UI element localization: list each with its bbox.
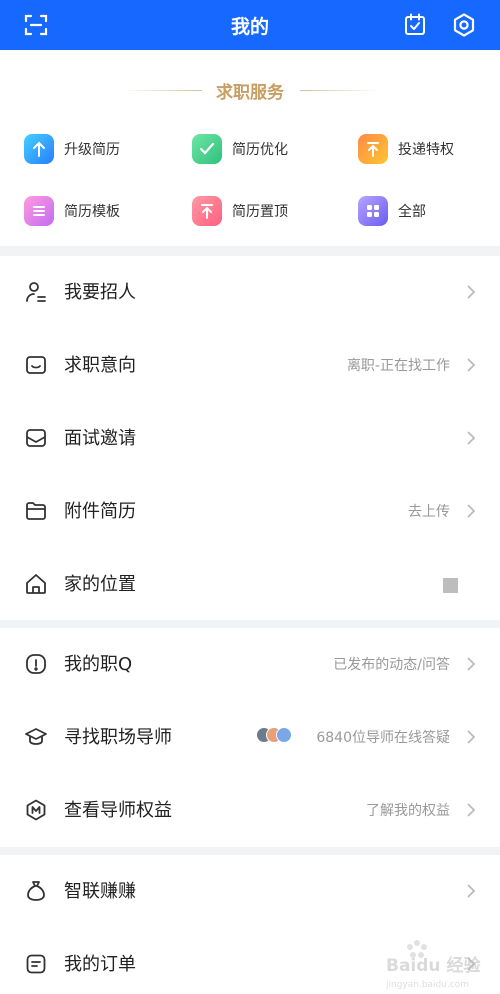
service-resume-template[interactable]: 简历模板 <box>24 194 120 228</box>
menu-sub-value: 已发布的动态/问答 <box>333 657 450 673</box>
service-all[interactable]: 全部 <box>358 194 426 228</box>
section-title: 求职服务 <box>216 83 284 103</box>
menu-label: 我的订单 <box>64 954 136 975</box>
chevron-right-icon <box>466 502 476 520</box>
service-resume-optimize[interactable]: 简历优化 <box>192 132 288 166</box>
menu-label: 附件简历 <box>64 501 136 522</box>
info-circle-icon <box>24 652 48 676</box>
menu-item-find-mentor[interactable]: 寻找职场导师 6840位导师在线答疑 <box>0 701 500 773</box>
avatar <box>276 727 292 743</box>
service-delivery-privilege[interactable]: 投递特权 <box>358 132 454 166</box>
job-services-card: 求职服务 升级简历 简历优化 投递特权 简历模板 简历置顶 全部 <box>0 50 500 246</box>
graduation-cap-icon <box>24 725 48 749</box>
menu-group-1: 我要招人 求职意向 离职-正在找工作 面试邀请 附件简历 去上传 家的位置 <box>0 256 500 620</box>
menu-item-job-intention[interactable]: 求职意向 离职-正在找工作 <box>0 329 500 401</box>
menu-item-zhilian-earn[interactable]: 智联赚赚 <box>0 855 500 927</box>
chevron-right-icon <box>466 283 476 301</box>
placeholder-square <box>443 578 458 593</box>
menu-sub-value: 了解我的权益 <box>366 803 450 819</box>
resume-top-icon <box>192 196 222 226</box>
folder-icon <box>24 499 48 523</box>
chevron-right-icon <box>466 801 476 819</box>
service-upgrade-resume[interactable]: 升级简历 <box>24 132 120 166</box>
menu-label: 我的职Q <box>64 654 133 675</box>
service-label: 升级简历 <box>64 142 120 158</box>
section-divider-right <box>300 90 380 91</box>
service-label: 全部 <box>398 204 426 220</box>
recruit-person-icon <box>24 280 48 304</box>
profile-page: 我的 求职服务 升级简历 简历优化 投递特权 简历模板 简历置顶 全部 我要招人… <box>0 0 500 994</box>
menu-label: 寻找职场导师 <box>64 727 172 748</box>
baidu-jingyan-watermark: Baidu 经验 jingyan.baidu.com <box>380 935 498 991</box>
menu-sub-value: 去上传 <box>408 504 450 520</box>
menu-item-interview-invite[interactable]: 面试邀请 <box>0 402 500 474</box>
watermark-text: Baidu 经验 <box>386 955 481 976</box>
home-icon <box>24 572 48 596</box>
menu-label: 查看导师权益 <box>64 800 172 821</box>
service-label: 简历置顶 <box>232 204 288 220</box>
money-bag-icon <box>24 879 48 903</box>
top-bar: 我的 <box>0 0 500 50</box>
service-label: 投递特权 <box>398 142 454 158</box>
watermark-url: jingyan.baidu.com <box>385 980 469 990</box>
resume-optimize-icon <box>192 134 222 164</box>
menu-label: 智联赚赚 <box>64 881 136 902</box>
resume-template-icon <box>24 196 54 226</box>
upgrade-resume-icon <box>24 134 54 164</box>
all-services-icon <box>358 196 388 226</box>
menu-item-my-zhiq[interactable]: 我的职Q 已发布的动态/问答 <box>0 628 500 700</box>
menu-item-mentor-benefits[interactable]: 查看导师权益 了解我的权益 <box>0 774 500 846</box>
menu-label: 面试邀请 <box>64 428 136 449</box>
menu-item-recruit[interactable]: 我要招人 <box>0 256 500 328</box>
mentor-avatars <box>256 727 294 747</box>
menu-sub-value: 离职-正在找工作 <box>346 358 450 374</box>
m-badge-icon <box>24 798 48 822</box>
service-label: 简历优化 <box>232 142 288 158</box>
menu-item-home-location[interactable]: 家的位置 <box>0 548 500 620</box>
service-label: 简历模板 <box>64 204 120 220</box>
service-resume-top[interactable]: 简历置顶 <box>192 194 288 228</box>
menu-group-2: 我的职Q 已发布的动态/问答 寻找职场导师 6840位导师在线答疑 查看导师权益… <box>0 628 500 847</box>
order-list-icon <box>24 952 48 976</box>
chevron-right-icon <box>466 882 476 900</box>
chevron-right-icon <box>466 655 476 673</box>
calendar-check-icon[interactable] <box>401 11 429 39</box>
job-intention-icon <box>24 353 48 377</box>
delivery-privilege-icon <box>358 134 388 164</box>
menu-label: 家的位置 <box>64 574 136 595</box>
menu-sub-value: 6840位导师在线答疑 <box>316 730 450 746</box>
settings-icon[interactable] <box>450 11 478 39</box>
menu-label: 求职意向 <box>64 355 136 376</box>
menu-item-attachment-resume[interactable]: 附件简历 去上传 <box>0 475 500 547</box>
interview-mail-icon <box>24 426 48 450</box>
chevron-right-icon <box>466 728 476 746</box>
menu-label: 我要招人 <box>64 282 136 303</box>
chevron-right-icon <box>466 429 476 447</box>
chevron-right-icon <box>466 356 476 374</box>
